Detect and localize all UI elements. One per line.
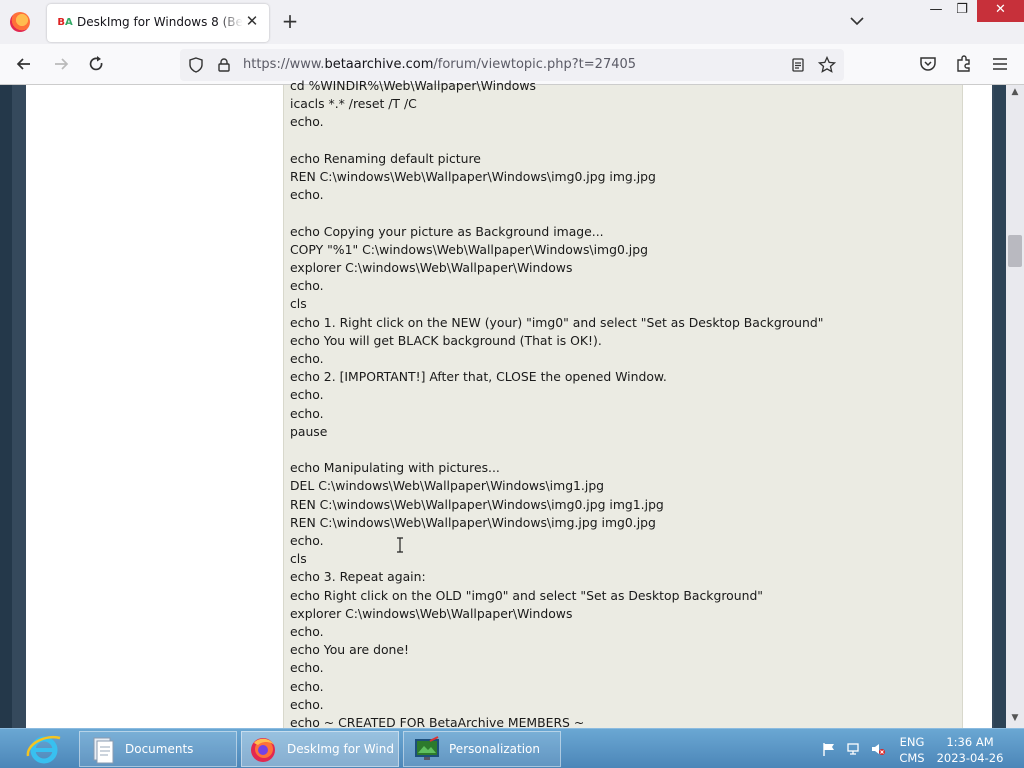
- code-line: REN C:\windows\Web\Wallpaper\Windows\img…: [290, 514, 656, 530]
- code-line: pause: [290, 423, 328, 439]
- page-scrollbar[interactable]: ▲ ▼: [1006, 85, 1024, 728]
- page-left-border: [0, 85, 12, 728]
- url-prefix: https://www.: [243, 57, 325, 72]
- code-line: REN C:\windows\Web\Wallpaper\Windows\img…: [290, 169, 656, 184]
- code-line: echo.: [290, 387, 324, 403]
- url-text[interactable]: https://www.betaarchive.com/forum/viewto…: [243, 57, 636, 72]
- code-line: echo.: [290, 533, 324, 548]
- code-line: echo 2. [IMPORTANT!] After that, CLOSE t…: [290, 369, 667, 385]
- menu-hamburger-icon[interactable]: [990, 54, 1010, 74]
- clock-date: 2023-04-26: [936, 751, 1004, 765]
- taskbar-item-label: DeskImg for Wind...: [287, 742, 395, 756]
- new-tab-icon[interactable]: +: [280, 11, 300, 31]
- code-line: echo You will get BLACK background (That…: [290, 332, 602, 348]
- code-line: explorer C:\windows\Web\Wallpaper\Window…: [290, 260, 573, 275]
- code-line: echo.: [290, 660, 324, 676]
- code-line: echo 1. Right click on the NEW (your) "i…: [290, 314, 824, 330]
- taskbar: Documents DeskImg for Wind... Personaliz…: [0, 728, 1024, 768]
- code-line: echo Right click on the OLD "img0" and s…: [290, 587, 764, 603]
- action-center-flag-icon[interactable]: [821, 741, 837, 757]
- code-line: echo.: [290, 678, 324, 694]
- code-line: echo 3. Repeat again:: [290, 569, 426, 585]
- reload-icon[interactable]: [86, 54, 106, 74]
- input-language-indicator[interactable]: ENG CMS: [899, 734, 925, 766]
- internet-explorer-icon[interactable]: [24, 732, 64, 766]
- code-line: cd %WINDIR%\Web\Wallpaper\Windows: [290, 78, 536, 93]
- forward-icon[interactable]: [51, 54, 71, 74]
- web-page: cd %WINDIR%\Web\Wallpaper\Windows icacls …: [0, 78, 1024, 730]
- forum-content: cd %WINDIR%\Web\Wallpaper\Windows icacls …: [12, 78, 994, 730]
- taskbar-item-personalization[interactable]: Personalization: [403, 731, 561, 767]
- taskbar-item-documents[interactable]: Documents: [79, 731, 237, 767]
- pocket-icon[interactable]: [918, 54, 938, 74]
- firefox-view-icon[interactable]: [10, 12, 30, 32]
- list-all-tabs-icon[interactable]: [848, 12, 866, 30]
- minimize-button[interactable]: —: [922, 0, 950, 22]
- scrollbar-thumb[interactable]: [1008, 235, 1022, 267]
- keyboard-layout-code: CMS: [899, 751, 925, 765]
- code-line: echo Manipulating with pictures...: [290, 460, 500, 476]
- taskbar-item-label: Documents: [125, 742, 194, 756]
- code-line: echo Copying your picture as Background …: [290, 223, 604, 239]
- network-icon[interactable]: [846, 741, 862, 757]
- tab-close-icon[interactable]: ✕: [243, 12, 261, 30]
- betaarchive-favicon-icon: BA: [57, 17, 73, 28]
- tracking-protection-shield-icon[interactable]: [188, 57, 204, 73]
- code-line: echo.: [290, 187, 324, 203]
- tab-active[interactable]: BA DeskImg for Windows 8 (Beta's ✕: [47, 4, 269, 42]
- volume-muted-icon[interactable]: [870, 741, 886, 757]
- restore-button[interactable]: ❐: [948, 0, 976, 22]
- code-line: echo.: [290, 624, 324, 639]
- code-line: cls: [290, 551, 307, 567]
- code-line: echo.: [290, 114, 324, 130]
- code-block[interactable]: cd %WINDIR%\Web\Wallpaper\Windows icacls …: [283, 78, 963, 730]
- taskbar-item-label: Personalization: [449, 742, 540, 756]
- code-line: cls: [290, 296, 307, 312]
- code-line: echo You are done!: [290, 642, 409, 658]
- code-line: explorer C:\windows\Web\Wallpaper\Window…: [290, 605, 573, 621]
- close-window-button[interactable]: ✕: [977, 0, 1024, 22]
- lock-icon[interactable]: [216, 57, 232, 73]
- code-line: COPY "%1" C:\windows\Web\Wallpaper\Windo…: [290, 241, 648, 257]
- tab-title: DeskImg for Windows 8 (Beta's: [77, 15, 243, 29]
- code-line: echo.: [290, 405, 324, 421]
- clock[interactable]: 1:36 AM 2023-04-26: [936, 734, 1004, 766]
- reader-view-icon[interactable]: [790, 57, 806, 73]
- back-icon[interactable]: [14, 54, 34, 74]
- clock-time: 1:36 AM: [946, 735, 994, 749]
- code-line: echo.: [290, 351, 324, 366]
- scroll-down-arrow-icon[interactable]: ▼: [1006, 713, 1024, 725]
- code-line: REN C:\windows\Web\Wallpaper\Windows\img…: [290, 496, 664, 512]
- bookmark-star-icon[interactable]: [818, 56, 836, 74]
- tab-strip: BA DeskImg for Windows 8 (Beta's ✕ + — ❐…: [0, 0, 1024, 44]
- text-cursor-icon: [397, 537, 403, 553]
- firefox-icon: [251, 738, 275, 762]
- language-code: ENG: [899, 735, 925, 749]
- url-domain: betaarchive.com: [324, 57, 434, 72]
- post-body: cd %WINDIR%\Web\Wallpaper\Windows icacls …: [26, 78, 992, 730]
- taskbar-item-firefox[interactable]: DeskImg for Wind...: [241, 731, 399, 767]
- code-line: echo.: [290, 278, 324, 294]
- code-line: icacls *.* /reset /T /C: [290, 96, 417, 112]
- code-line: echo Renaming default picture: [290, 150, 481, 166]
- code-line: echo.: [290, 696, 324, 712]
- extensions-icon[interactable]: [954, 54, 974, 74]
- scroll-up-arrow-icon[interactable]: ▲: [1006, 87, 1024, 99]
- code-line: DEL C:\windows\Web\Wallpaper\Windows\img…: [290, 478, 605, 494]
- url-path: /forum/viewtopic.php?t=27405: [433, 57, 637, 72]
- personalization-icon: [415, 736, 439, 760]
- documents-library-icon: [93, 737, 114, 764]
